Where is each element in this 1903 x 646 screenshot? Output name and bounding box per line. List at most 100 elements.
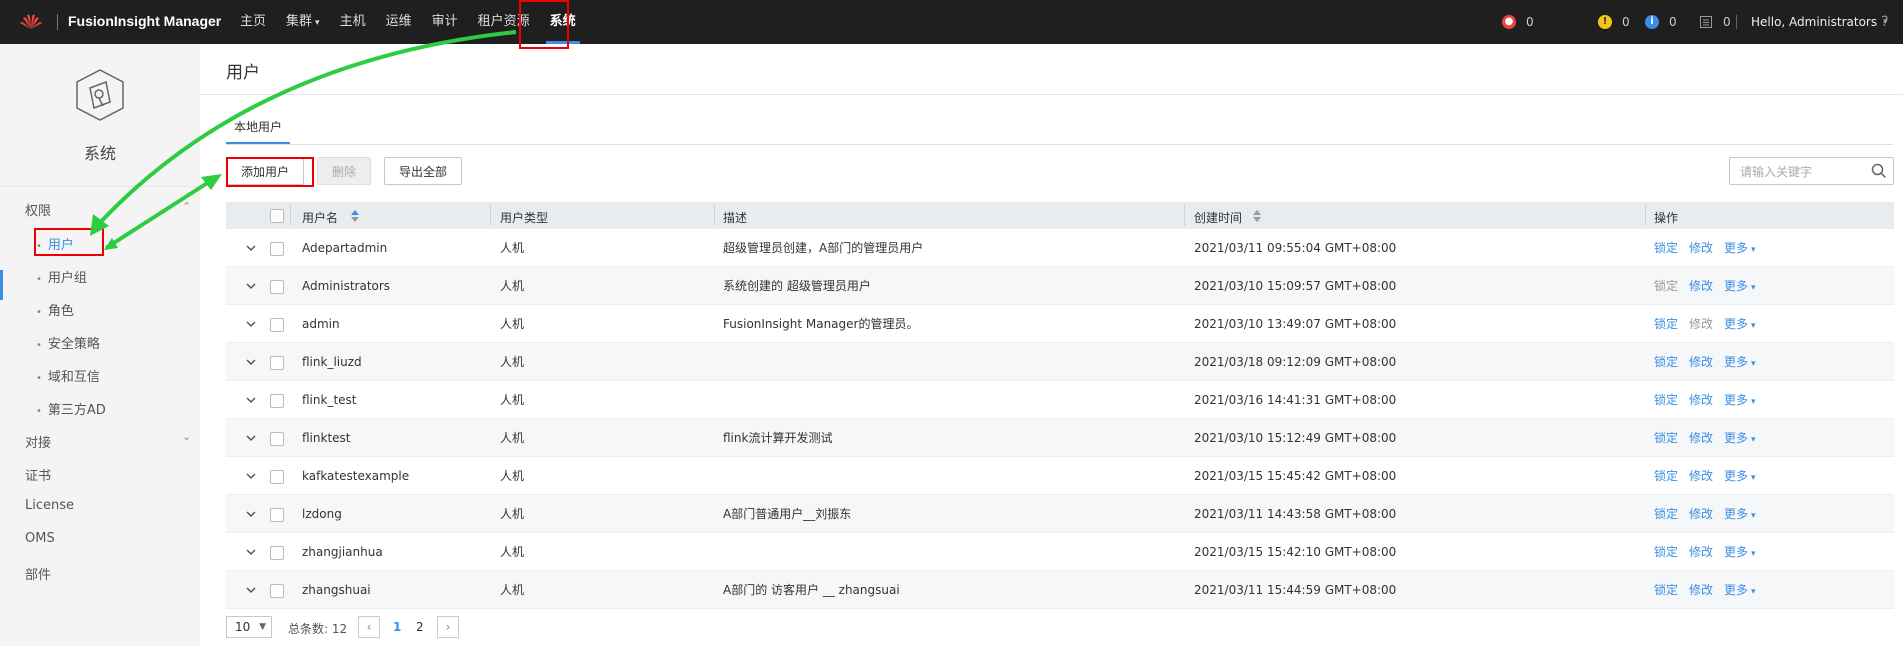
more-menu[interactable]: 更多 ▾	[1724, 419, 1756, 457]
lock-link[interactable]: 锁定	[1654, 419, 1678, 457]
more-menu[interactable]: 更多 ▾	[1724, 343, 1756, 381]
table-row[interactable]: Adepartadmin 人机 超级管理员创建，A部门的管理员用户 2021/03/1…	[226, 229, 1894, 267]
lock-link[interactable]: 锁定	[1654, 381, 1678, 419]
more-menu[interactable]: 更多 ▾	[1724, 533, 1756, 571]
table-row[interactable]: zhangjianhua 人机 2021/03/15 15:42:10 GMT+08…	[226, 533, 1894, 571]
table-row[interactable]: admin 人机 FusionInsight Manager的管理员。 2021/03…	[226, 305, 1894, 343]
page-2[interactable]: 2	[416, 620, 424, 634]
chevron-down-icon[interactable]	[244, 279, 258, 293]
edit-link[interactable]: 修改	[1689, 343, 1713, 381]
chevron-down-icon[interactable]	[244, 545, 258, 559]
chevron-down-icon[interactable]	[244, 507, 258, 521]
page-size-select[interactable]: 10 ▼	[226, 616, 272, 638]
help-button[interactable]: ?	[1881, 0, 1888, 44]
edit-link[interactable]: 修改	[1689, 571, 1713, 609]
more-menu[interactable]: 更多 ▾	[1724, 267, 1756, 305]
nav-ops[interactable]: 运维	[376, 0, 422, 44]
sidebar-item-third-party-ad[interactable]: • 第三方AD	[36, 399, 106, 418]
chevron-down-icon[interactable]	[244, 469, 258, 483]
more-menu[interactable]: 更多 ▾	[1724, 457, 1756, 495]
table-row[interactable]: kafkatestexample 人机 2021/03/15 15:45:42 GM…	[226, 457, 1894, 495]
lock-link[interactable]: 锁定	[1654, 533, 1678, 571]
column-header-created-time[interactable]: 创建时间	[1194, 209, 1242, 226]
next-page-button[interactable]: ›	[437, 616, 459, 638]
chevron-down-icon[interactable]	[244, 355, 258, 369]
sidebar-group-permissions[interactable]: 权限	[25, 200, 51, 219]
edit-link[interactable]: 修改	[1689, 457, 1713, 495]
row-checkbox[interactable]	[270, 508, 284, 522]
chevron-down-icon[interactable]	[244, 393, 258, 407]
row-checkbox[interactable]	[270, 318, 284, 332]
sort-icon[interactable]	[351, 210, 359, 222]
sidebar-item-users[interactable]: • 用户	[36, 234, 74, 253]
sidebar-item-oms[interactable]: OMS	[25, 531, 55, 546]
sort-icon[interactable]	[1253, 210, 1261, 222]
more-menu[interactable]: 更多 ▾	[1724, 305, 1756, 343]
add-user-button[interactable]: 添加用户	[226, 157, 305, 185]
search-input[interactable]	[1738, 159, 1872, 185]
tab-local-users[interactable]: 本地用户	[226, 118, 291, 144]
chevron-down-icon[interactable]	[244, 431, 258, 445]
row-checkbox[interactable]	[270, 470, 284, 484]
table-row[interactable]: zhangshuai 人机 A部门的 访客用户 __ zhangsuai 2021/0…	[226, 571, 1894, 609]
export-all-button[interactable]: 导出全部	[384, 157, 463, 185]
edit-link[interactable]: 修改	[1689, 381, 1713, 419]
chevron-down-icon[interactable]	[244, 241, 258, 255]
sidebar-item-security-policy[interactable]: • 安全策略	[36, 333, 100, 352]
sidebar-item-user-groups[interactable]: • 用户组	[36, 267, 87, 286]
edit-link[interactable]: 修改	[1689, 419, 1713, 457]
chevron-down-icon[interactable]	[244, 583, 258, 597]
table-row[interactable]: lzdong 人机 A部门普通用户__刘振东 2021/03/11 14:43:58 …	[226, 495, 1894, 533]
edit-link[interactable]: 修改	[1689, 267, 1713, 305]
nav-audit[interactable]: 审计	[422, 0, 468, 44]
row-checkbox[interactable]	[270, 242, 284, 256]
row-checkbox[interactable]	[270, 356, 284, 370]
row-checkbox[interactable]	[270, 584, 284, 598]
row-checkbox[interactable]	[270, 546, 284, 560]
row-checkbox[interactable]	[270, 280, 284, 294]
row-checkbox[interactable]	[270, 394, 284, 408]
chevron-down-icon[interactable]	[244, 317, 258, 331]
more-menu[interactable]: 更多 ▾	[1724, 571, 1756, 609]
sidebar-group-integration[interactable]: 对接	[25, 432, 51, 451]
sidebar-item-components[interactable]: 部件	[25, 564, 51, 583]
more-menu[interactable]: 更多 ▾	[1724, 229, 1756, 267]
table-row[interactable]: Administrators 人机 系统创建的 超级管理员用户 2021/03/10 …	[226, 267, 1894, 305]
minor-alarms[interactable]: i 0	[1645, 0, 1677, 44]
search-icon[interactable]	[1871, 163, 1887, 179]
lock-link[interactable]: 锁定	[1654, 229, 1678, 267]
critical-alarms[interactable]: ● 0	[1502, 0, 1534, 44]
edit-link[interactable]: 修改	[1689, 533, 1713, 571]
lock-link[interactable]: 锁定	[1654, 457, 1678, 495]
column-header-username[interactable]: 用户名	[302, 209, 338, 226]
lock-link[interactable]: 锁定	[1654, 305, 1678, 343]
more-menu[interactable]: 更多 ▾	[1724, 495, 1756, 533]
chevron-down-icon[interactable]: ⌄	[182, 430, 191, 443]
select-all-checkbox[interactable]	[270, 209, 284, 223]
lock-link[interactable]: 锁定	[1654, 343, 1678, 381]
nav-cluster[interactable]: 集群 ▾	[276, 0, 330, 44]
delete-button[interactable]: 删除	[317, 157, 372, 185]
sidebar-item-roles[interactable]: • 角色	[36, 300, 74, 319]
lock-link[interactable]: 锁定	[1654, 495, 1678, 533]
page-1[interactable]: 1	[393, 620, 401, 634]
sidebar-item-license[interactable]: License	[25, 498, 74, 513]
nav-home[interactable]: 主页	[230, 0, 276, 44]
table-row[interactable]: flinktest 人机 flink流计算开发测试 2021/03/10 15:12:…	[226, 419, 1894, 457]
more-menu[interactable]: 更多 ▾	[1724, 381, 1756, 419]
sidebar-item-domain-trust[interactable]: • 域和互信	[36, 366, 100, 385]
prev-page-button[interactable]: ‹	[358, 616, 380, 638]
task-list[interactable]: 0	[1699, 0, 1731, 44]
row-checkbox[interactable]	[270, 432, 284, 446]
edit-link[interactable]: 修改	[1689, 495, 1713, 533]
chevron-up-icon[interactable]: ⌃	[182, 200, 191, 213]
user-menu[interactable]: Hello, Administrators ▾	[1736, 0, 1888, 44]
major-alarms[interactable]: ! 0	[1598, 0, 1630, 44]
nav-tenant-resources[interactable]: 租户资源	[468, 0, 540, 44]
nav-hosts[interactable]: 主机	[330, 0, 376, 44]
nav-system[interactable]: 系统	[540, 0, 586, 44]
lock-link[interactable]: 锁定	[1654, 571, 1678, 609]
sidebar-item-certificates[interactable]: 证书	[25, 465, 51, 484]
edit-link[interactable]: 修改	[1689, 229, 1713, 267]
table-row[interactable]: flink_test 人机 2021/03/16 14:41:31 GMT+08:0…	[226, 381, 1894, 419]
